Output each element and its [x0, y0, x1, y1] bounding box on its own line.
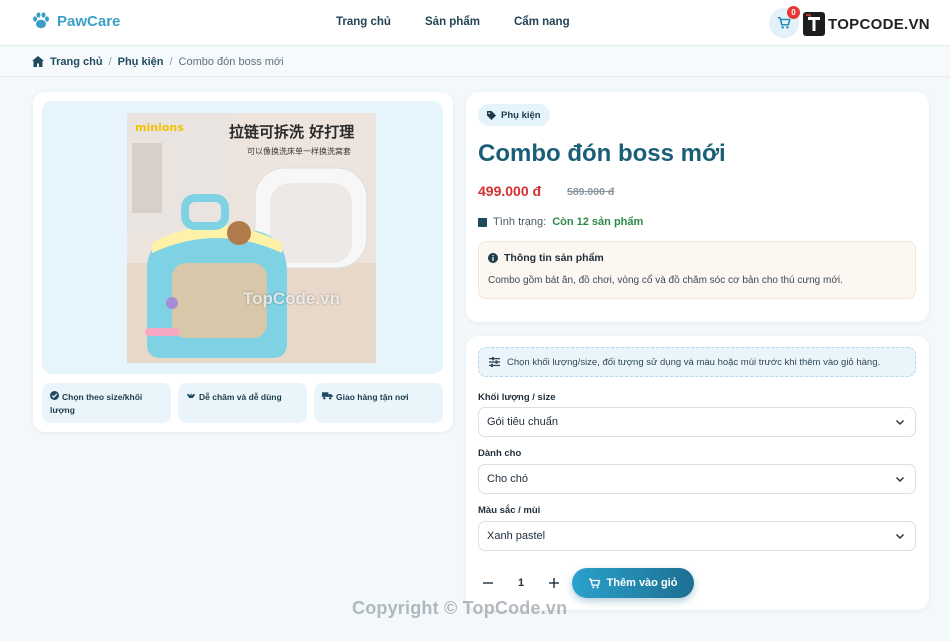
breadcrumb-current: Combo đón boss mới	[178, 55, 284, 68]
product-image[interactable]: minions 拉链可拆洗 好打理 可以像换洗床单一样换洗窝套	[127, 113, 376, 363]
nav-home[interactable]: Trang chủ	[336, 16, 406, 28]
size-select-value[interactable]: Gói tiêu chuẩn	[487, 416, 558, 428]
info-title-text: Thông tin sản phẩm	[504, 252, 604, 264]
cart-count-badge: 0	[787, 6, 800, 19]
truck-icon	[322, 391, 333, 404]
copyright-watermark: Copyright © TopCode.vn	[352, 598, 568, 618]
info-box-title: Thông tin sản phẩm	[488, 252, 604, 264]
breadcrumb-separator: /	[169, 55, 173, 68]
breadcrumb-category[interactable]: Phụ kiện	[118, 56, 164, 68]
feature-delivery-label: Giao hàng tận nơi	[336, 392, 409, 402]
topcode-logo-mark	[803, 12, 825, 36]
feature-size-label: Chọn theo size/khối lượng	[50, 392, 143, 415]
info-description: Combo gồm bát ăn, đồ chơi, vòng cổ và đồ…	[488, 275, 843, 286]
top-navbar: PawCare Trang chủ Sản phẩm Cẩm nang 0 TO…	[0, 0, 950, 46]
product-price: 499.000 đ	[478, 183, 542, 199]
topcode-logo-text: TOPCODE.VN	[828, 15, 930, 33]
for-select[interactable]: Cho chó	[478, 464, 916, 494]
check-circle-icon	[50, 391, 59, 404]
add-to-cart-label[interactable]: Thêm vào giỏ	[607, 577, 678, 589]
increment-button[interactable]	[544, 573, 564, 593]
home-icon	[32, 56, 44, 67]
chevron-down-icon	[895, 419, 905, 426]
tag-icon	[487, 110, 496, 120]
for-label: Dành cho	[478, 448, 522, 459]
breadcrumb-separator: /	[108, 55, 112, 68]
image-brand-text: minions	[135, 121, 184, 134]
add-to-cart-button[interactable]: Thêm vào giỏ	[572, 568, 694, 598]
topcode-logo: TOPCODE.VN	[803, 11, 930, 37]
cart-plus-icon	[588, 578, 600, 588]
cart-icon	[777, 16, 791, 29]
quantity-input[interactable]: 1	[498, 577, 544, 589]
product-info-card: Phụ kiện Combo đón boss mới 499.000 đ 58…	[466, 92, 929, 322]
options-hint-text: Chọn khối lượng/size, đối tượng sử dụng …	[507, 356, 881, 368]
nav-guide[interactable]: Cẩm nang	[514, 16, 584, 28]
quantity-stepper: 1	[478, 570, 564, 596]
nav-products[interactable]: Sản phẩm	[425, 16, 495, 28]
brand-logo[interactable]: PawCare	[31, 11, 120, 31]
chevron-down-icon	[895, 533, 905, 540]
for-select-value[interactable]: Cho chó	[487, 473, 528, 485]
stock-label: Tình trạng:	[493, 216, 547, 228]
category-chip-label[interactable]: Phụ kiện	[501, 110, 541, 121]
product-info-box: Thông tin sản phẩm Combo gồm bát ăn, đồ …	[478, 241, 916, 299]
stock-status: Tình trạng: Còn 12 sản phẩm	[478, 216, 643, 228]
product-title: Combo đón boss mới	[478, 140, 726, 167]
plus-icon	[549, 578, 559, 588]
color-label: Màu sắc / mùi	[478, 505, 541, 516]
image-watermark: TopCode.vn	[243, 289, 340, 308]
image-headline-text: 拉链可拆洗 好打理	[229, 123, 354, 141]
sliders-icon	[489, 357, 500, 367]
feature-easy-label: Dễ chăm và dễ dùng	[199, 392, 282, 402]
info-icon	[488, 253, 498, 263]
size-label: Khối lượng / size	[478, 392, 556, 403]
product-image-frame: minions 拉链可拆洗 好打理 可以像换洗床单一样换洗窝套 TopCode.…	[42, 101, 443, 374]
brand-name[interactable]: PawCare	[57, 13, 120, 30]
chevron-down-icon	[895, 476, 905, 483]
cart-button[interactable]: 0	[769, 6, 800, 38]
category-chip[interactable]: Phụ kiện	[478, 104, 550, 126]
image-subline-text: 可以像换洗床单一样换洗窝套	[247, 146, 351, 156]
options-hint: Chọn khối lượng/size, đối tượng sử dụng …	[478, 347, 916, 377]
color-select-value[interactable]: Xanh pastel	[487, 530, 545, 542]
hands-icon	[186, 391, 196, 404]
decrement-button[interactable]	[478, 573, 498, 593]
feature-size: Chọn theo size/khối lượng	[42, 383, 171, 423]
stock-value: Còn 12 sản phẩm	[552, 216, 644, 228]
feature-delivery: Giao hàng tận nơi	[314, 383, 443, 423]
box-icon	[478, 217, 487, 227]
product-old-price: 589.000 đ	[567, 186, 615, 198]
breadcrumb: Trang chủ / Phụ kiện / Combo đón boss mớ…	[0, 47, 950, 77]
product-options-card: Chọn khối lượng/size, đối tượng sử dụng …	[466, 336, 929, 610]
paw-icon	[33, 12, 49, 29]
product-gallery-card: minions 拉链可拆洗 好打理 可以像换洗床单一样换洗窝套 TopCode.…	[33, 92, 453, 432]
color-select[interactable]: Xanh pastel	[478, 521, 916, 551]
breadcrumb-home[interactable]: Trang chủ	[50, 56, 103, 68]
size-select[interactable]: Gói tiêu chuẩn	[478, 407, 916, 437]
minus-icon	[483, 582, 493, 584]
feature-easy: Dễ chăm và dễ dùng	[178, 383, 307, 423]
